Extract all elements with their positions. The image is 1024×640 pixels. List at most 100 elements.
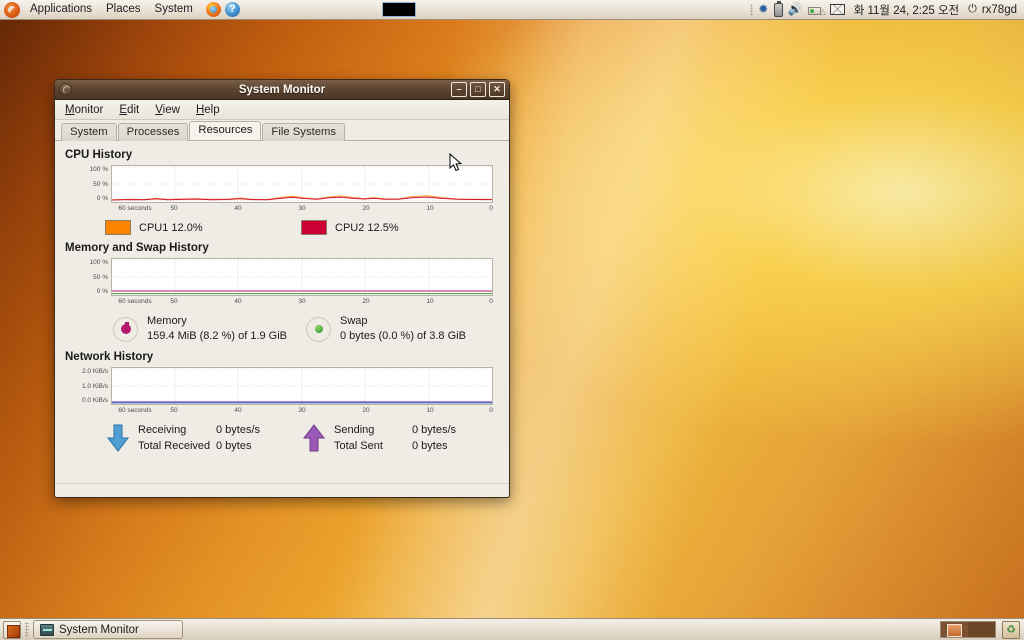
network-history-title: Network History xyxy=(65,351,154,363)
net-x-label-30: 30 xyxy=(298,407,306,414)
tab-file-systems[interactable]: File Systems xyxy=(262,123,346,141)
bottom-panel: System Monitor xyxy=(0,618,1024,640)
show-desktop-icon[interactable] xyxy=(3,620,21,639)
cpu2-label: CPU2 12.5% xyxy=(335,221,399,234)
mem-x-label-10: 10 xyxy=(426,298,434,305)
tab-resources[interactable]: Resources xyxy=(189,121,262,140)
sending-rate-line: Sending 0 bytes/s xyxy=(334,422,480,438)
network-y-axis: 2.0 KiB/s 1.0 KiB/s 0.0 KiB/s xyxy=(65,367,111,405)
net-y-label-0: 0.0 KiB/s xyxy=(81,397,108,404)
swap-value: 0 bytes (0.0 %) of 3.8 GiB xyxy=(340,330,466,342)
taskbar-item-label: System Monitor xyxy=(59,623,139,636)
window-title: System Monitor xyxy=(238,83,326,96)
net-x-label-50: 50 xyxy=(170,407,178,414)
mem-x-label-0: 0 xyxy=(489,298,493,305)
network-legend: Receiving 0 bytes/s Total Received 0 byt… xyxy=(65,422,499,454)
mem-y-label-100: 100 % xyxy=(89,259,108,266)
trash-icon[interactable] xyxy=(1002,620,1020,639)
memory-value: 159.4 MiB (8.2 %) of 1.9 GiB xyxy=(147,330,288,342)
mail-icon[interactable] xyxy=(829,4,845,15)
cpu2-legend-item[interactable]: CPU2 12.5% xyxy=(301,220,497,235)
taskbar-item-system-monitor[interactable]: System Monitor xyxy=(33,620,183,639)
menu-system[interactable]: System xyxy=(148,0,200,19)
memory-legend-item[interactable]: Memory 159.4 MiB (8.2 %) of 1.9 GiB xyxy=(113,314,306,344)
net-y-label-2: 2.0 KiB/s xyxy=(81,368,108,375)
menu-edit[interactable]: Edit xyxy=(111,101,147,119)
sending-text: Sending 0 bytes/s Total Sent 0 bytes xyxy=(334,422,480,454)
menu-applications[interactable]: Applications xyxy=(23,0,99,19)
system-monitor-window: System Monitor – □ ✕ MMonitoronitor Edit… xyxy=(54,79,510,498)
mem-y-label-0: 0 % xyxy=(96,288,108,295)
menu-monitor[interactable]: MMonitoronitor xyxy=(57,101,111,119)
panel-grip[interactable] xyxy=(749,3,753,16)
tab-system[interactable]: System xyxy=(61,123,117,141)
volume-icon[interactable]: 🔊 xyxy=(788,2,803,17)
clock[interactable]: 화 11월 24, 2:25 오전 xyxy=(850,2,963,18)
top-panel: Applications Places System ? ✹ 🔊 △ 화 11월… xyxy=(0,0,1024,20)
help-icon[interactable]: ? xyxy=(224,2,240,17)
workspace-switcher[interactable] xyxy=(940,621,996,638)
net-y-label-1: 1.0 KiB/s xyxy=(81,382,108,390)
workspace-1[interactable] xyxy=(941,622,968,637)
screen-preview-applet[interactable] xyxy=(382,2,416,17)
memory-plot xyxy=(111,258,493,296)
window-menubar: MMonitoronitor Edit View Help xyxy=(55,100,509,120)
swap-pie-icon xyxy=(306,316,331,342)
receiving-label: Receiving xyxy=(138,424,187,436)
total-received-value: 0 bytes xyxy=(216,440,252,452)
network-plot xyxy=(111,367,493,405)
sending-value: 0 bytes/s xyxy=(412,424,457,436)
cpu2-color-swatch xyxy=(301,220,327,235)
resources-panel: CPU History 100 % 50 % 0 % 60 seconds 50… xyxy=(55,141,509,483)
tab-processes[interactable]: Processes xyxy=(117,123,189,141)
sending-legend-item[interactable]: Sending 0 bytes/s Total Sent 0 bytes xyxy=(301,422,497,454)
memory-legend: Memory 159.4 MiB (8.2 %) of 1.9 GiB Swap… xyxy=(65,314,499,344)
receiving-legend-item[interactable]: Receiving 0 bytes/s Total Received 0 byt… xyxy=(105,422,301,454)
memory-name: Memory xyxy=(147,315,187,327)
cpu1-legend-item[interactable]: CPU1 12.0% xyxy=(105,220,301,235)
username-label[interactable]: rx78gd xyxy=(982,4,1019,16)
battery-icon[interactable] xyxy=(773,0,783,17)
cpu-x-label-40: 40 xyxy=(234,205,242,212)
network-icon[interactable]: △ xyxy=(807,3,826,16)
system-monitor-icon xyxy=(59,83,72,96)
total-sent-label: Total Sent xyxy=(334,440,383,452)
cpu1-color-swatch xyxy=(105,220,131,235)
menu-places[interactable]: Places xyxy=(99,0,148,19)
net-x-label-20: 20 xyxy=(362,407,370,414)
upload-arrow-icon xyxy=(302,424,326,452)
mem-x-label-20: 20 xyxy=(362,298,370,305)
net-x-label-0: 0 xyxy=(489,407,493,414)
close-button[interactable]: ✕ xyxy=(489,82,505,97)
receiving-text: Receiving 0 bytes/s Total Received 0 byt… xyxy=(138,422,284,454)
cpu-graph-wrap: 100 % 50 % 0 % xyxy=(65,165,499,203)
memory-y-axis: 100 % 50 % 0 % xyxy=(65,258,111,296)
cpu-legend: CPU1 12.0% CPU2 12.5% xyxy=(65,220,499,235)
ubuntu-logo-icon[interactable] xyxy=(4,1,20,18)
swap-legend-item[interactable]: Swap 0 bytes (0.0 %) of 3.8 GiB xyxy=(306,314,499,344)
memory-graph-wrap: 100 % 50 % 0 % xyxy=(65,258,499,296)
net-x-label-60: 60 seconds xyxy=(118,407,152,414)
power-icon[interactable]: ⏻ xyxy=(968,3,977,16)
bluetooth-icon[interactable]: ✹ xyxy=(758,2,769,17)
window-titlebar[interactable]: System Monitor – □ ✕ xyxy=(55,80,509,100)
total-sent-value: 0 bytes xyxy=(412,440,448,452)
maximize-button[interactable]: □ xyxy=(470,82,486,97)
mem-y-label-50: 50 % xyxy=(93,273,108,281)
system-tray: ✹ 🔊 △ 화 11월 24, 2:25 오전 ⏻ rx78gd xyxy=(749,0,1024,20)
net-x-label-40: 40 xyxy=(234,407,242,414)
receiving-value: 0 bytes/s xyxy=(216,424,261,436)
network-history-section: Network History 2.0 KiB/s 1.0 KiB/s 0.0 … xyxy=(65,351,499,454)
menu-view[interactable]: View xyxy=(147,101,188,119)
network-wave-glyph: △ xyxy=(819,7,826,16)
network-status-dot xyxy=(809,9,814,13)
mem-x-label-50: 50 xyxy=(170,298,178,305)
firefox-icon[interactable] xyxy=(205,2,221,17)
cpu-chart-svg xyxy=(112,166,492,202)
menu-help[interactable]: Help xyxy=(188,101,228,119)
taskbar-grip[interactable] xyxy=(25,621,29,638)
memory-x-axis: 60 seconds 50 40 30 20 10 0 xyxy=(111,296,493,308)
workspace-2[interactable] xyxy=(968,622,995,637)
minimize-button[interactable]: – xyxy=(451,82,467,97)
cpu-x-axis: 60 seconds 50 40 30 20 10 0 xyxy=(111,203,493,215)
